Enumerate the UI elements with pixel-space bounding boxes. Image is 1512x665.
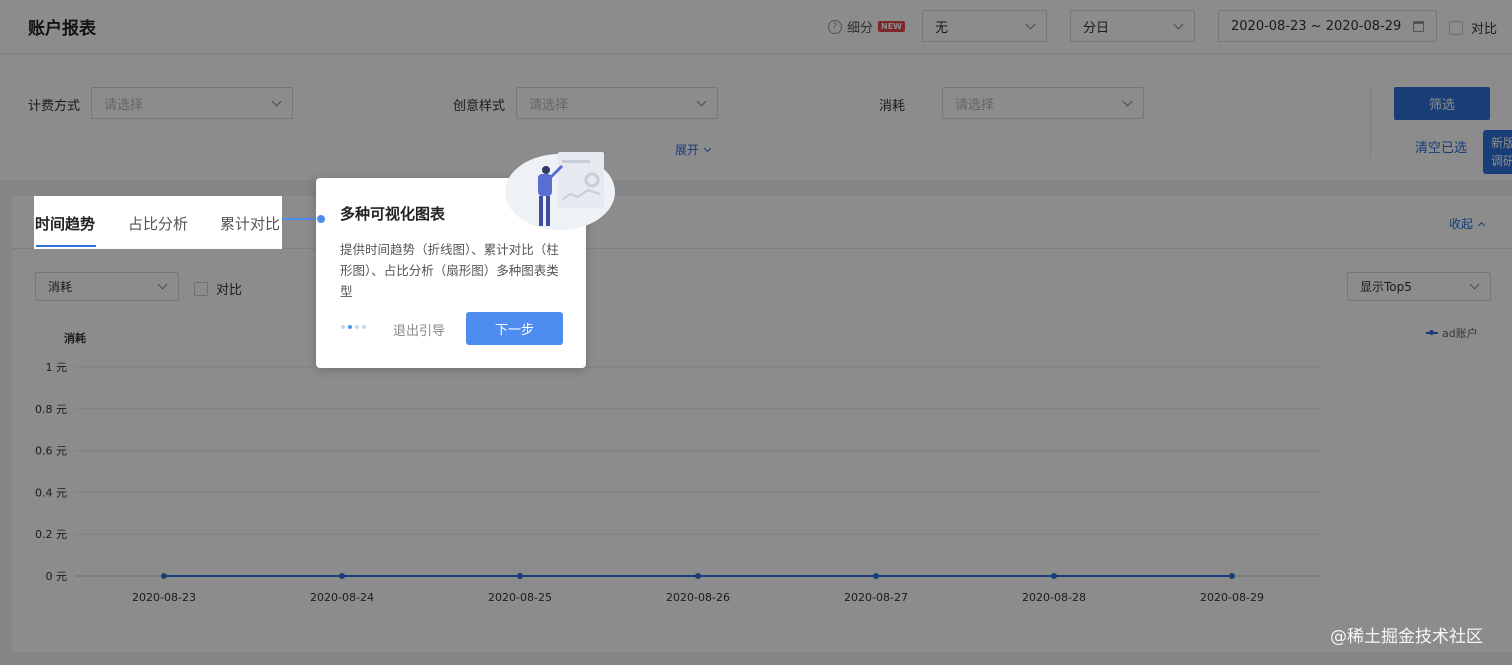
watermark: @稀土掘金技术社区 bbox=[1330, 627, 1483, 647]
guide-description: 提供时间趋势（折线图）、累计对比（柱形图）、占比分析（扇形图）多种图表类型 bbox=[340, 242, 559, 299]
tab-cumulative[interactable]: 累计对比 bbox=[220, 213, 280, 234]
active-tab-indicator bbox=[36, 245, 96, 247]
tab-proportion[interactable]: 占比分析 bbox=[128, 213, 188, 234]
step-dot bbox=[355, 325, 359, 329]
chart-illustration-icon bbox=[505, 152, 615, 230]
tab-time-trend[interactable]: 时间趋势 bbox=[35, 213, 95, 234]
next-step-button[interactable]: 下一步 bbox=[466, 312, 563, 345]
guide-connector-dot bbox=[317, 215, 325, 223]
guide-overlay-mask[interactable] bbox=[0, 0, 1512, 665]
step-dot bbox=[341, 325, 345, 329]
step-dot bbox=[348, 325, 352, 329]
guide-title: 多种可视化图表 bbox=[340, 205, 446, 223]
guide-step-dots bbox=[341, 325, 366, 329]
exit-guide-button[interactable]: 退出引导 bbox=[393, 320, 445, 339]
step-dot bbox=[362, 325, 366, 329]
